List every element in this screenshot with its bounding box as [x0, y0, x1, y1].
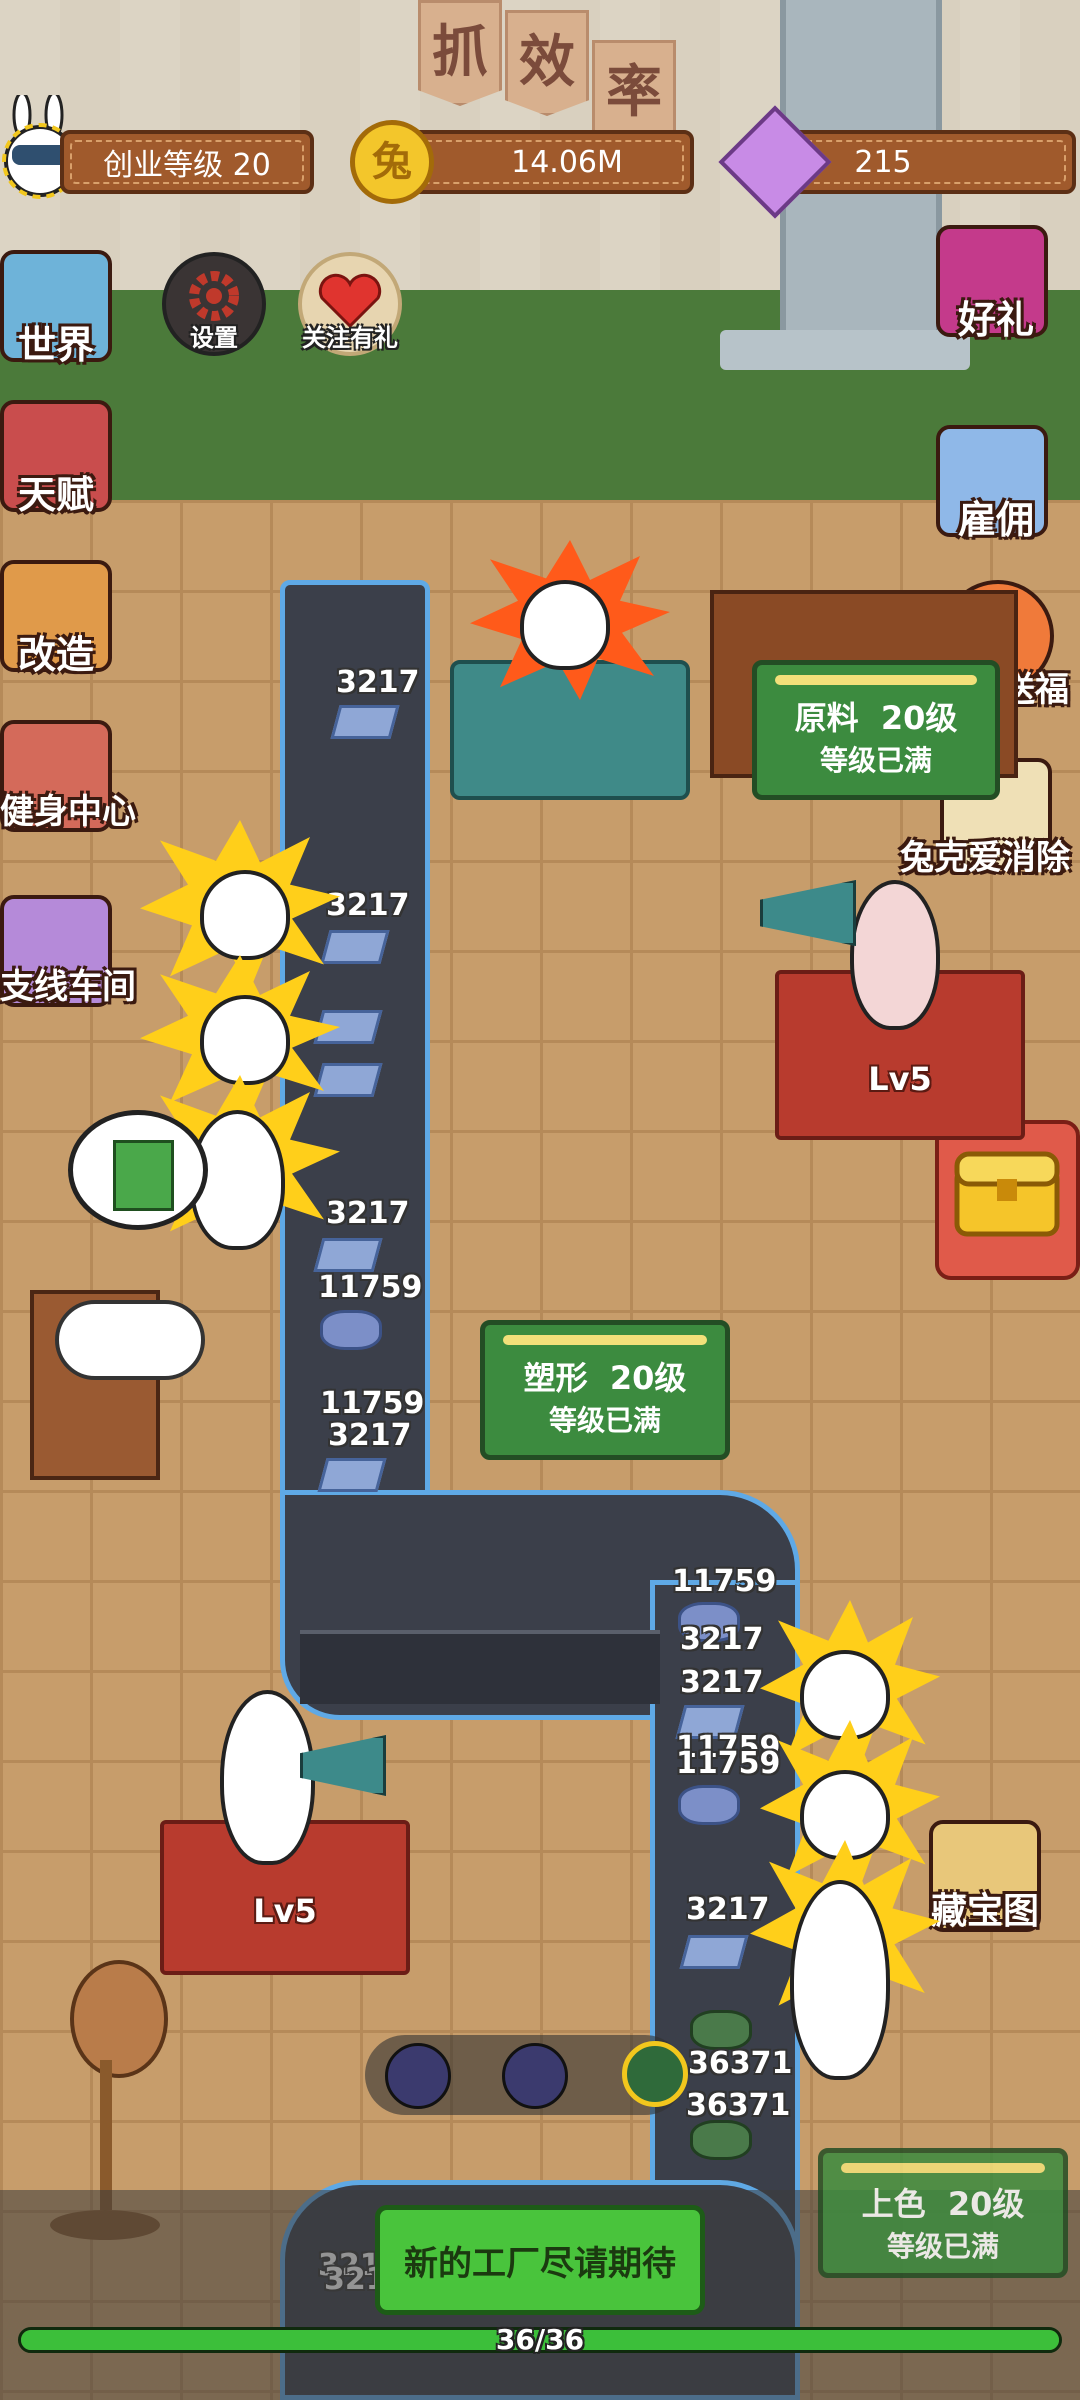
station-level: 20级 [609, 1359, 687, 1397]
material-item [313, 1238, 383, 1272]
menu-label: 兔克爱消除 [900, 838, 1070, 878]
colored-item [690, 2120, 752, 2160]
station-status: 等级已满 [548, 1404, 661, 1437]
shaped-item [320, 1310, 382, 1350]
item-count: 11759 [672, 1564, 777, 1599]
treasure-chest-button[interactable] [935, 1120, 1080, 1280]
worker-bunny[interactable] [800, 1650, 890, 1740]
worker-bunny[interactable] [790, 1880, 890, 2080]
menu-label: 雇佣 [957, 498, 1034, 542]
banner-flag: 抓 [418, 0, 502, 106]
menu-label: 天赋 [17, 473, 94, 517]
menu-label: 支线车间 [0, 967, 136, 1007]
pillar-base [720, 330, 970, 370]
item-count: 3217 [326, 1196, 410, 1231]
treasure-chest-icon [954, 1151, 1060, 1237]
colored-item [690, 2010, 752, 2050]
progress-text: 36/36 [495, 2323, 585, 2356]
menu-label: 好礼 [957, 298, 1034, 342]
station-name: 塑形 [523, 1359, 588, 1397]
item-count: 11759 [676, 1746, 781, 1781]
material-item [330, 705, 400, 739]
station-name: 原料 [794, 699, 859, 737]
coin-count: 14.06M [511, 144, 623, 180]
wrench-tool-icon[interactable] [502, 2043, 568, 2109]
item-count: 36371 [688, 2046, 793, 2081]
menu-label: 世界 [17, 323, 94, 367]
gun-tool-icon[interactable] [385, 2043, 451, 2109]
item-count: 3217 [686, 1892, 770, 1927]
menu-world[interactable]: 世界 [0, 250, 112, 369]
item-count: 11759 [318, 1270, 423, 1305]
follow-gift-label: 关注有礼 [302, 324, 398, 352]
speech-bubble[interactable] [68, 1110, 208, 1230]
item-count: 3217 [326, 888, 410, 923]
rabbit-coin-icon: 兔 [350, 120, 434, 204]
game-scene: 抓 效 率 创业等级 20 14.06M 兔 215 世界 天赋 改造 健身中心 [0, 0, 1080, 2400]
menu-remodel[interactable]: 改造 [0, 560, 112, 679]
level-bar: 创业等级 20 [60, 130, 314, 194]
material-item [317, 1458, 387, 1492]
shaped-item [678, 1785, 740, 1825]
station-sign-shape[interactable]: 塑形 20级 等级已满 [480, 1320, 730, 1460]
worker-bunny[interactable] [200, 995, 290, 1085]
turtle-tool-icon[interactable] [622, 2041, 688, 2107]
coin-bar: 14.06M [400, 130, 694, 194]
gem-count: 215 [854, 144, 912, 180]
menu-talent[interactable]: 天赋 [0, 400, 112, 519]
material-item [679, 1935, 749, 1969]
menu-label: 藏宝图 [930, 1891, 1039, 1932]
menu-label: 健身中心 [0, 792, 136, 832]
station-status: 等级已满 [819, 744, 932, 777]
item-count: 3217 [680, 1622, 764, 1657]
menu-hire[interactable]: 雇佣 [936, 425, 1056, 544]
menu-treasure-map[interactable]: 藏宝图 [915, 1820, 1055, 1934]
supervisor-level: Lv5 [253, 1892, 317, 1930]
station-sign-color[interactable]: 上色 20级 等级已满 [818, 2148, 1068, 2278]
material-item [320, 930, 390, 964]
new-factory-button[interactable]: 新的工厂尽请期待 [375, 2205, 705, 2315]
level-label: 创业等级 20 [103, 148, 271, 183]
item-count: 3217 [336, 665, 420, 700]
conveyor-rollers [300, 1630, 660, 1704]
worker-bunny[interactable] [200, 870, 290, 960]
item-count: 11759 [320, 1386, 425, 1421]
supervisor-bunny[interactable] [850, 880, 940, 1030]
menu-branch-workshop[interactable]: 支线车间 [0, 895, 150, 1008]
station-name: 上色 [861, 2185, 926, 2223]
follow-gift-button[interactable]: 关注有礼 [290, 252, 410, 356]
item-count: 3217 [328, 1418, 412, 1453]
station-level: 20级 [880, 699, 958, 737]
station-level: 20级 [947, 2185, 1025, 2223]
item-count: 36371 [686, 2088, 791, 2123]
banner-flag: 效 [505, 10, 589, 116]
material-item [313, 1063, 383, 1097]
station-status: 等级已满 [886, 2230, 999, 2263]
supervisor-level: Lv5 [868, 1060, 932, 1098]
item-count: 3217 [680, 1665, 764, 1700]
station-sign-raw[interactable]: 原料 20级 等级已满 [752, 660, 1000, 800]
menu-gift[interactable]: 好礼 [936, 225, 1056, 344]
menu-label: 改造 [17, 633, 94, 677]
document-icon [113, 1140, 174, 1211]
settings-button[interactable]: 设置 [162, 252, 266, 356]
worker-bunny[interactable] [520, 580, 610, 670]
menu-gym[interactable]: 健身中心 [0, 720, 136, 833]
cat[interactable] [55, 1300, 205, 1380]
